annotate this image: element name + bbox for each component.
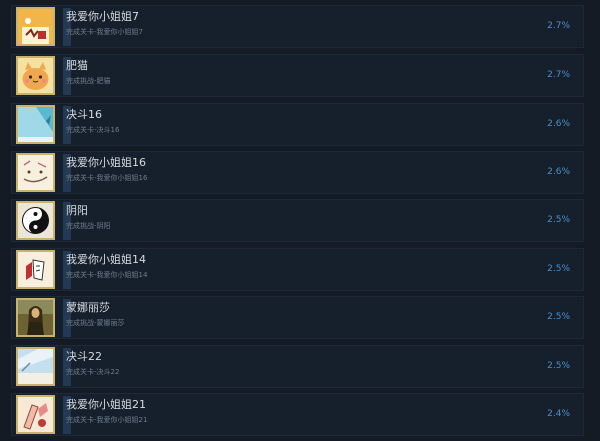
- unlock-percentage: 2.7%: [547, 70, 570, 80]
- achievement-title: 肥猫: [66, 59, 88, 72]
- unlock-percentage: 2.4%: [547, 409, 570, 419]
- achievement-row[interactable]: 我爱你小姐姐16 完成关卡-我爱你小姐姐16 2.6%: [11, 151, 584, 194]
- girl-drawing-14-icon: [16, 250, 55, 289]
- achievement-title: 我爱你小姐姐14: [66, 253, 146, 266]
- achievement-row[interactable]: 我爱你小姐姐7 完成关卡-我爱你小姐姐7 2.7%: [11, 5, 584, 48]
- achievement-description: 完成关卡-我爱你小姐姐16: [66, 174, 148, 182]
- achievement-title: 我爱你小姐姐16: [66, 156, 146, 169]
- achievement-description: 完成关卡-我爱你小姐姐7: [66, 28, 143, 36]
- unlock-percentage: 2.5%: [547, 264, 570, 274]
- achievement-title: 我爱你小姐姐21: [66, 398, 146, 411]
- achievement-description: 完成关卡-决斗16: [66, 126, 120, 134]
- achievement-list: 我爱你小姐姐7 完成关卡-我爱你小姐姐7 2.7% 肥猫 完成挑战-肥猫 2.7…: [0, 0, 600, 441]
- achievement-title: 我爱你小姐姐7: [66, 10, 139, 23]
- girl-drawing-16-icon: [16, 153, 55, 192]
- girl-drawing-7-icon: [16, 7, 55, 46]
- achievement-description: 完成挑战-肥猫: [66, 77, 111, 85]
- achievement-row[interactable]: 决斗22 完成关卡-决斗22 2.5%: [11, 345, 584, 388]
- achievement-title: 蒙娜丽莎: [66, 301, 110, 314]
- girl-drawing-21-icon: [16, 395, 55, 434]
- unlock-percentage: 2.7%: [547, 21, 570, 31]
- yin-yang-icon: [16, 201, 55, 240]
- achievement-row[interactable]: 我爱你小姐姐21 完成关卡-我爱你小姐姐21 2.4%: [11, 393, 584, 436]
- achievement-row[interactable]: 阴阳 完成挑战-阴阳 2.5%: [11, 199, 584, 242]
- unlock-percentage: 2.5%: [547, 215, 570, 225]
- achievement-row[interactable]: 蒙娜丽莎 完成挑战-蒙娜丽莎 2.5%: [11, 296, 584, 339]
- achievement-description: 完成关卡-我爱你小姐姐14: [66, 271, 148, 279]
- achievement-description: 完成关卡-决斗22: [66, 368, 120, 376]
- achievement-title: 阴阳: [66, 204, 88, 217]
- achievement-row[interactable]: 决斗16 完成关卡-决斗16 2.6%: [11, 103, 584, 146]
- achievement-row[interactable]: 肥猫 完成挑战-肥猫 2.7%: [11, 54, 584, 97]
- achievement-title: 决斗16: [66, 108, 102, 121]
- unlock-percentage: 2.5%: [547, 312, 570, 322]
- achievement-description: 完成挑战-蒙娜丽莎: [66, 319, 125, 327]
- duel-16-icon: [16, 105, 55, 144]
- achievement-row[interactable]: 我爱你小姐姐14 完成关卡-我爱你小姐姐14 2.5%: [11, 248, 584, 291]
- unlock-percentage: 2.6%: [547, 119, 570, 129]
- achievement-title: 决斗22: [66, 350, 102, 363]
- achievement-description: 完成关卡-我爱你小姐姐21: [66, 416, 148, 424]
- mona-lisa-icon: [16, 298, 55, 337]
- unlock-percentage: 2.6%: [547, 167, 570, 177]
- duel-22-icon: [16, 347, 55, 386]
- unlock-percentage: 2.5%: [547, 361, 570, 371]
- fat-cat-icon: [16, 56, 55, 95]
- achievement-description: 完成挑战-阴阳: [66, 222, 111, 230]
